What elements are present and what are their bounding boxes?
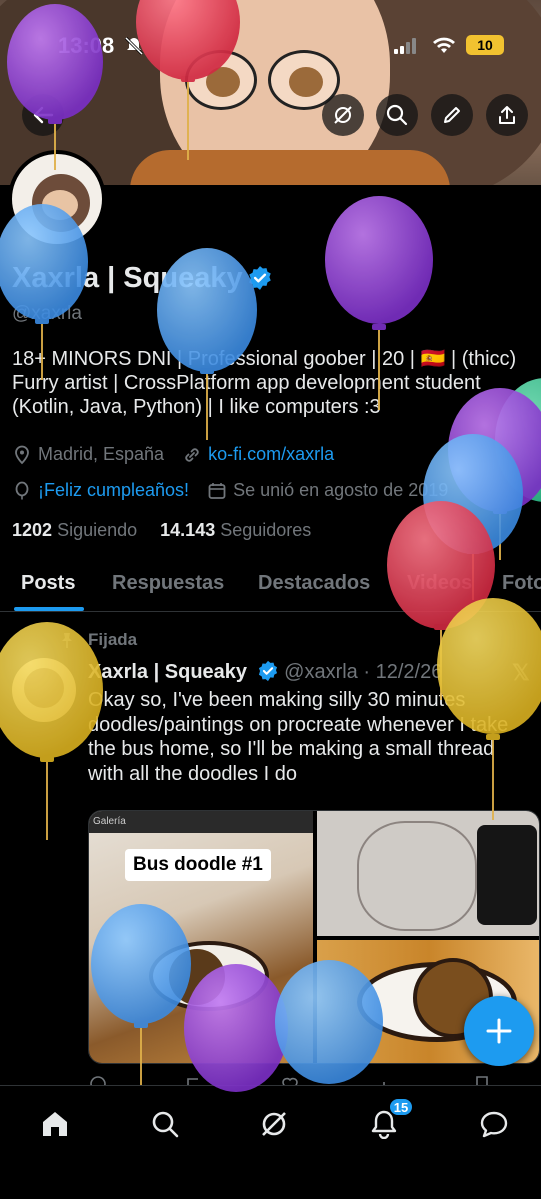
followers-link[interactable]: 14.143 Seguidores: [160, 520, 311, 540]
profile-location: Madrid, España: [38, 444, 165, 464]
pinned-label: Fijada: [88, 630, 138, 649]
media-caption: Bus doodle #1: [125, 849, 271, 881]
grok-button[interactable]: [322, 94, 364, 136]
media-app-toolbar: Galería: [89, 811, 313, 833]
profile-avatar[interactable]: [8, 150, 106, 248]
followers-label: Seguidores: [220, 520, 312, 540]
tab-replies[interactable]: Respuestas: [112, 572, 224, 595]
profile-meta-row-2: ¡Feliz cumpleaños! Se unió en agosto de …: [12, 480, 448, 501]
arrow-left-icon: [33, 106, 54, 124]
tweet-media-1[interactable]: Galería Bus doodle #1: [89, 811, 313, 1063]
edit-profile-button[interactable]: [431, 94, 473, 136]
tweet-media-2[interactable]: [317, 811, 539, 936]
tweet-text: Okay so, I've been making silly 30 minut…: [88, 689, 509, 785]
cell-signal-icon: [394, 38, 416, 54]
notifications-badge: 15: [388, 1097, 414, 1117]
nav-messages[interactable]: [474, 1104, 514, 1144]
tweet-header: Xaxrla | Squeaky @xaxrla · 12/2/26: [88, 660, 442, 684]
grok-icon: [262, 1112, 286, 1136]
banner-art-sweater: [130, 150, 450, 185]
share-button[interactable]: [486, 94, 528, 136]
share-icon: [499, 106, 515, 124]
tweet-verified-badge-icon: [258, 660, 277, 682]
plus-icon: [486, 1018, 512, 1044]
tweet-date: · 12/2/26: [363, 661, 443, 683]
battery-level: 10: [477, 37, 493, 53]
profile-link[interactable]: ko-fi.com/xaxrla: [208, 444, 334, 465]
profile-display-name: Xaxrla | Squeaky: [12, 262, 273, 295]
followers-count: 14.143: [160, 520, 216, 540]
bottom-navigation: [0, 1085, 541, 1199]
following-count: 1202: [12, 520, 53, 540]
pin-icon: [62, 633, 72, 648]
tab-posts[interactable]: Posts: [21, 572, 75, 595]
profile-joined: Se unió en agosto de 2019: [233, 480, 449, 500]
bell-off-icon: [124, 36, 144, 56]
grok-icon: [334, 106, 352, 124]
back-button[interactable]: [22, 94, 64, 136]
active-tab-indicator: [14, 607, 84, 611]
status-bar: 13:08 10: [0, 0, 541, 90]
wifi-icon: [433, 37, 455, 53]
tab-videos[interactable]: Videos: [407, 572, 472, 595]
link-icon: [185, 447, 199, 462]
location-pin-icon: [15, 445, 29, 464]
following-link[interactable]: 1202 Siguiendo: [12, 520, 137, 540]
chat-bubble-icon: [480, 1111, 508, 1138]
profile-meta-row-1: Madrid, España ko-fi.com/xaxrla: [12, 444, 334, 465]
follow-stats: 1202 Siguiendo 14.143 Seguidores: [12, 520, 311, 541]
tab-highlights[interactable]: Destacados: [258, 572, 370, 595]
following-label: Siguiendo: [57, 520, 138, 540]
profile-bio: 18+ MINORS DNI | Professional goober | 2…: [12, 348, 517, 418]
verified-badge-icon[interactable]: [247, 265, 273, 291]
nav-search[interactable]: [145, 1104, 185, 1144]
display-name-text: Xaxrla | Squeaky: [12, 262, 243, 294]
balloon-icon: [15, 481, 29, 499]
tweet-author-avatar[interactable]: [12, 658, 76, 722]
compose-button[interactable]: [464, 996, 534, 1066]
nav-home[interactable]: [35, 1104, 75, 1144]
search-button[interactable]: [376, 94, 418, 136]
calendar-icon: [208, 482, 226, 499]
tweet-author-name[interactable]: Xaxrla | Squeaky: [88, 661, 247, 683]
home-icon: [43, 1112, 67, 1136]
status-time: 13:08: [58, 33, 115, 58]
search-icon: [386, 104, 408, 126]
pencil-icon: [444, 107, 460, 123]
tab-photos[interactable]: Fotos: [502, 572, 541, 595]
profile-birthday[interactable]: ¡Feliz cumpleaños!: [38, 480, 189, 501]
nav-grok[interactable]: [254, 1104, 294, 1144]
profile-tabs: Posts Respuestas Destacados Videos Fotos: [0, 560, 541, 612]
search-icon: [152, 1111, 179, 1138]
tweet-author-handle: @xaxrla: [284, 661, 358, 683]
x-logo-icon: 𝕏: [512, 660, 530, 685]
profile-handle: @xaxrla: [12, 303, 82, 324]
battery-indicator: 10: [466, 35, 504, 55]
